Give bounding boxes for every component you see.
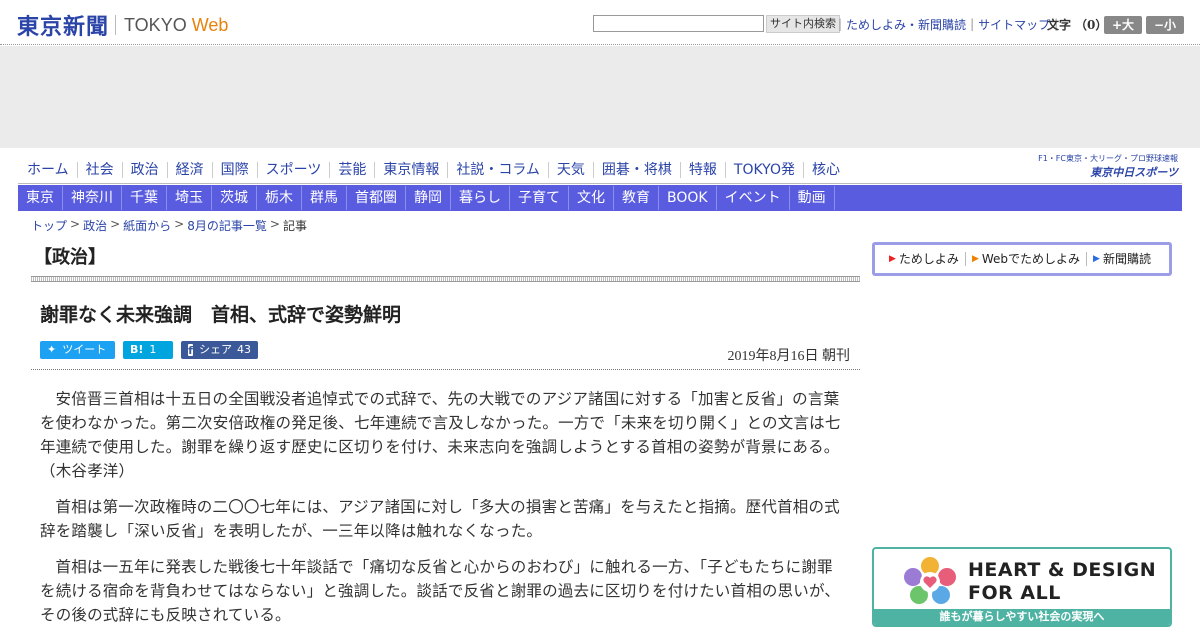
nav-item-kurashi[interactable]: 暮らし: [451, 186, 510, 210]
breadcrumb-separator: >: [70, 217, 81, 231]
logo-text-tokyo: TOKYO: [124, 14, 187, 35]
breadcrumb: トップ > 政治 > 紙面から > 8月の記事一覧 > 記事: [31, 217, 307, 234]
tweet-button[interactable]: ✦ ツイート: [40, 341, 115, 359]
chunichi-sports-link[interactable]: F1・FC東京・大リーグ・プロ野球速報 東京中日スポーツ: [1038, 153, 1178, 180]
nav-item-chiba[interactable]: 千葉: [122, 186, 167, 210]
font-size-label: 文字: [1047, 17, 1072, 32]
nav-item-gunma[interactable]: 群馬: [302, 186, 347, 210]
hatena-bookmark-count: 1: [149, 343, 157, 356]
orange-arrow-icon: ▶: [971, 254, 979, 264]
site-search-button[interactable]: サイト内検索: [766, 15, 840, 33]
nav-item-shutoken[interactable]: 首都圏: [347, 186, 406, 210]
nav-item-politics[interactable]: 政治: [123, 162, 168, 178]
twitter-bird-icon: ✦: [47, 343, 57, 356]
heart-flower-icon: [904, 557, 956, 604]
nav-item-video[interactable]: 動画: [790, 186, 835, 210]
breadcrumb-separator: >: [174, 217, 185, 231]
nav-item-tochigi[interactable]: 栃木: [257, 186, 302, 210]
nav-item-kyoiku[interactable]: 教育: [614, 186, 659, 210]
banner-footer: 誰もが暮らしやすい社会の実現へ: [874, 609, 1170, 625]
nav-item-sports[interactable]: スポーツ: [258, 162, 331, 178]
trial-read-link[interactable]: ▶ ためしよみ: [883, 252, 966, 266]
font-size-decrease-button[interactable]: −小: [1146, 16, 1184, 34]
link-separator: |: [970, 17, 975, 31]
nav-item-kanagawa[interactable]: 神奈川: [63, 186, 122, 210]
font-size-control: 文字 （0）: [1047, 15, 1107, 33]
nav-item-special-report[interactable]: 特報: [681, 162, 726, 178]
breadcrumb-top[interactable]: トップ: [31, 217, 67, 234]
nav-item-kakushin[interactable]: 核心: [804, 162, 848, 178]
nav-item-economy[interactable]: 経済: [168, 162, 213, 178]
blue-arrow-icon: ▶: [1093, 254, 1100, 264]
article-date: 2019年8月16日 朝刊: [727, 349, 851, 364]
subscribe-box: ▶ ためしよみ ▶ Webでためしよみ ▶ 新聞購読: [872, 242, 1172, 276]
web-trial-read-label: Webでためしよみ: [981, 252, 1081, 266]
breadcrumb-separator: >: [269, 217, 280, 231]
breadcrumb-august-list[interactable]: 8月の記事一覧: [187, 217, 267, 234]
subscribe-label: 新聞購読: [1102, 252, 1151, 266]
banner-title-line2: FOR ALL: [968, 582, 1061, 604]
article-headline: 謝罪なく未来強調 首相、式辞で姿勢鮮明: [40, 304, 402, 326]
logo-text-web: Web: [191, 14, 229, 35]
nav-item-saitama[interactable]: 埼玉: [167, 186, 212, 210]
nav-item-tokyo-hatsu[interactable]: TOKYO発: [726, 162, 804, 178]
sitemap-link[interactable]: サイトマップ: [978, 16, 1050, 33]
font-size-increase-button[interactable]: +大: [1104, 16, 1142, 34]
breadcrumb-politics[interactable]: 政治: [83, 217, 107, 234]
nav-item-shizuoka[interactable]: 静岡: [406, 186, 451, 210]
article-body: 安倍晋三首相は十五日の全国戦没者追悼式での式辞で、先の大戦でのアジア諸国に対する…: [40, 387, 848, 630]
nav-item-entertainment[interactable]: 芸能: [330, 162, 376, 178]
nav-item-book[interactable]: BOOK: [659, 186, 717, 210]
primary-nav: ホーム 社会 政治 経済 国際 スポーツ 芸能 東京情報 社説・コラム 天気 囲…: [18, 154, 1182, 184]
heart-design-banner[interactable]: HEART & DESIGN FOR ALL 誰もが暮らしやすい社会の実現へ: [872, 547, 1172, 627]
article-paragraph: 首相は第一次政権時の二〇〇七年には、アジア諸国に対し「多大の損害と苦痛」を与えた…: [40, 498, 840, 540]
trial-read-label: ためしよみ: [898, 252, 959, 266]
breadcrumb-current: 記事: [282, 219, 307, 233]
nav-item-go-shogi[interactable]: 囲碁・将棋: [594, 162, 681, 178]
nav-item-kosodate[interactable]: 子育て: [510, 186, 569, 210]
chunichi-sports-tagline: F1・FC東京・大リーグ・プロ野球速報: [1038, 154, 1178, 163]
breadcrumb-from-paper[interactable]: 紙面から: [123, 217, 171, 234]
logo-text-jp: 東京新聞: [17, 14, 110, 40]
hatena-bookmark-button[interactable]: B! 1: [123, 341, 173, 359]
share-buttons: ✦ ツイート B! 1 f シェア 43: [40, 341, 258, 359]
nav-item-tokyo[interactable]: 東京: [18, 186, 63, 210]
nav-item-event[interactable]: イベント: [717, 186, 790, 210]
nav-item-ibaraki[interactable]: 茨城: [212, 186, 257, 210]
nav-item-society[interactable]: 社会: [78, 162, 123, 178]
site-logo[interactable]: 東京新聞 TOKYO Web: [17, 9, 228, 41]
nav-item-home[interactable]: ホーム: [18, 162, 78, 178]
font-size-level: （0）: [1075, 17, 1108, 32]
nav-item-editorial[interactable]: 社説・コラム: [448, 162, 549, 178]
article-paragraph: 首相は一五年に発表した戦後七十年談話で「痛切な反省と心からのおわび」に触れる一方…: [40, 558, 841, 624]
logo-divider: [115, 15, 117, 35]
nav-item-tokyo-info[interactable]: 東京情報: [375, 162, 449, 178]
facebook-share-label: シェア: [199, 343, 232, 356]
chunichi-sports-logo: 東京中日スポーツ: [1090, 166, 1178, 179]
trial-subscribe-link[interactable]: ためしよみ・新聞購読: [846, 16, 966, 33]
web-trial-read-link[interactable]: ▶ Webでためしよみ: [966, 252, 1088, 266]
facebook-share-count: 43: [237, 343, 251, 356]
ad-banner-area: [0, 46, 1200, 148]
site-header: 東京新聞 TOKYO Web サイト内検索 | ためしよみ・新聞購読 | サイト…: [0, 0, 1200, 45]
search-input[interactable]: [593, 15, 764, 32]
banner-title-line1: HEART & DESIGN: [968, 559, 1157, 581]
red-arrow-icon: ▶: [889, 254, 896, 264]
regional-nav: 東京 神奈川 千葉 埼玉 茨城 栃木 群馬 首都圏 静岡 暮らし 子育て 文化 …: [18, 185, 1182, 211]
nav-item-weather[interactable]: 天気: [549, 162, 594, 178]
section-title: 【政治】: [34, 247, 106, 268]
tweet-label: ツイート: [62, 343, 107, 356]
facebook-icon: f: [188, 344, 193, 357]
subscribe-link[interactable]: ▶ 新聞購読: [1087, 252, 1157, 266]
header-links: | ためしよみ・新聞購読 | サイトマップ |: [834, 15, 1062, 33]
section-divider: [31, 276, 860, 282]
date-divider: [31, 369, 860, 370]
breadcrumb-separator: >: [110, 217, 121, 231]
hatena-bookmark-icon: B!: [130, 343, 144, 356]
article-paragraph: 安倍晋三首相は十五日の全国戦没者追悼式での式辞で、先の大戦でのアジア諸国に対する…: [40, 390, 848, 480]
facebook-share-button[interactable]: f シェア 43: [181, 341, 258, 359]
nav-item-international[interactable]: 国際: [213, 162, 258, 178]
nav-item-bunka[interactable]: 文化: [569, 186, 614, 210]
link-separator: |: [838, 17, 843, 31]
